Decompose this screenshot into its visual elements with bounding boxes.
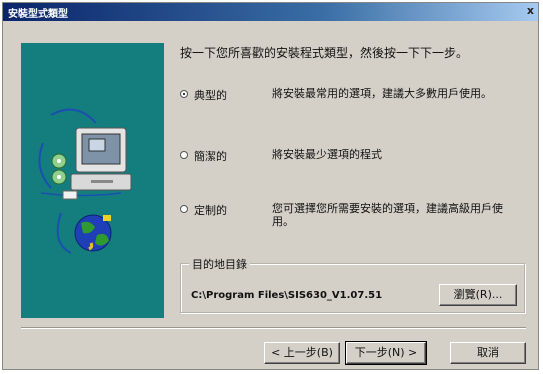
option-custom-description: 您可選擇您所需要安裝的選項，建議高級用戶使用。	[272, 202, 503, 228]
destination-legend: 目的地目錄	[189, 256, 250, 272]
option-typical-description: 將安裝最常用的選項，建議大多數用戶使用。	[272, 87, 492, 100]
browse-button[interactable]: 瀏覽(R)...	[439, 284, 517, 306]
radio-compact[interactable]	[180, 151, 188, 159]
option-typical-label[interactable]: 典型的	[194, 87, 227, 103]
window-title: 安裝型式類型	[8, 9, 68, 20]
destination-path: C:\Program Files\SIS630_V1.07.51	[191, 290, 383, 301]
radio-custom[interactable]	[180, 205, 188, 213]
instruction-text: 按一下您所喜歡的安裝程式類型，然後按一下下一步。	[180, 46, 469, 60]
back-button[interactable]: < 上一步(B)	[264, 342, 340, 364]
option-compact-label[interactable]: 簡潔的	[194, 148, 227, 164]
option-compact-description: 將安裝最少選項的程式	[272, 148, 382, 161]
destination-group: 目的地目錄 C:\Program Files\SIS630_V1.07.51 瀏…	[180, 256, 525, 313]
disc-icon	[51, 153, 67, 185]
title-bar[interactable]: 安裝型式類型 x	[3, 3, 538, 21]
globe-icon	[74, 214, 112, 252]
close-icon[interactable]: x	[527, 4, 534, 17]
radio-typical[interactable]	[180, 90, 188, 98]
computer-icon	[70, 127, 132, 191]
computer-globe-illustration	[38, 108, 132, 254]
option-custom-label[interactable]: 定制的	[194, 202, 227, 218]
cancel-button[interactable]: 取消	[450, 342, 526, 364]
button-separator	[21, 327, 526, 329]
next-button[interactable]: 下一步(N) >	[345, 341, 427, 365]
setup-illustration-panel	[21, 43, 164, 318]
